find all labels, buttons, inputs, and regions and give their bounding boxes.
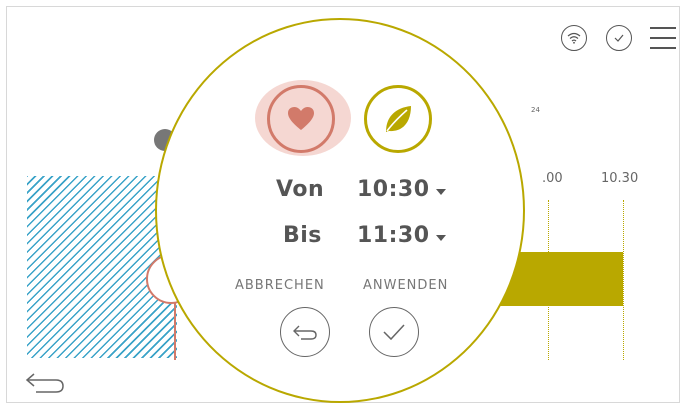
to-dropdown-caret-icon[interactable] <box>436 235 446 241</box>
cancel-button[interactable] <box>280 307 330 357</box>
back-arrow-icon <box>25 373 64 393</box>
heart-icon <box>288 107 314 130</box>
chat-check-icon[interactable] <box>606 25 632 51</box>
small-label: 24 <box>531 106 540 114</box>
leaf-icon <box>386 106 411 132</box>
to-time-select[interactable]: 11:30 <box>357 223 430 248</box>
time-picker-dialog <box>155 18 525 403</box>
from-time-select[interactable]: 10:30 <box>357 177 430 202</box>
wifi-icon[interactable] <box>561 25 587 51</box>
menu-icon[interactable] <box>650 27 676 49</box>
tick-line <box>623 200 624 360</box>
apply-button[interactable] <box>369 307 419 357</box>
check-icon <box>614 34 624 42</box>
heart-mode-button[interactable] <box>267 85 335 153</box>
leaf-mode-button[interactable] <box>364 85 432 153</box>
checkmark-icon <box>383 324 405 341</box>
back-icon[interactable] <box>24 370 66 398</box>
wifi-icon-glyph <box>567 32 581 44</box>
to-label: Bis <box>283 223 322 248</box>
apply-label: ANWENDEN <box>363 278 449 293</box>
tick-label: 10.30 <box>601 171 639 186</box>
tick-label: .00 <box>542 171 563 186</box>
from-label: Von <box>276 177 325 202</box>
from-dropdown-caret-icon[interactable] <box>436 189 446 195</box>
undo-icon <box>293 325 317 340</box>
cancel-label: ABBRECHEN <box>235 278 325 293</box>
tick-line <box>548 200 549 360</box>
